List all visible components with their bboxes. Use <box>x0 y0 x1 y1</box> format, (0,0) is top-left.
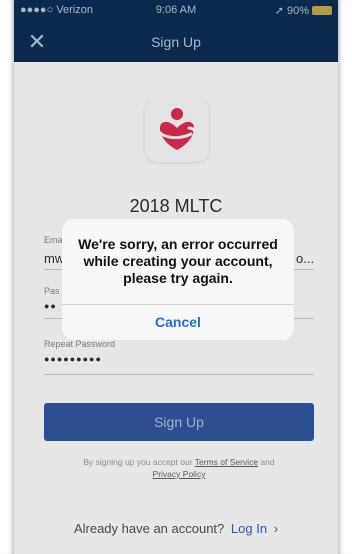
email-field-trailing: o... <box>296 251 315 266</box>
repeat-password-field[interactable]: ●●●●●●●●● <box>44 354 102 364</box>
nav-bar: ✕ Sign Up <box>14 22 338 62</box>
email-label: Ema <box>44 235 63 245</box>
terms-and: and <box>260 457 275 467</box>
heart-hug-icon <box>157 108 197 150</box>
battery-percent: 90% <box>286 4 309 17</box>
terms-text: By signing up you accept our Terms of Se… <box>44 456 314 480</box>
repeat-password-underline <box>44 374 314 375</box>
terms-prefix: By signing up you accept our <box>83 457 193 467</box>
battery-indicator: ➚ 90% <box>275 4 332 17</box>
sign-up-button[interactable]: Sign Up <box>44 403 314 441</box>
login-prompt: Already have an account? <box>73 521 225 536</box>
chevron-right-icon[interactable]: › <box>274 521 278 536</box>
log-in-link[interactable]: Log In <box>231 521 267 536</box>
status-bar: ●●●●○ Verizon 9:06 AM ➚ 90% <box>14 0 338 22</box>
page-title: Sign Up <box>151 34 201 50</box>
error-alert: We're sorry, an error occurred while cre… <box>62 219 294 340</box>
phone-screen: ●●●●○ Verizon 9:06 AM ➚ 90% ✕ Sign Up 20… <box>14 0 338 554</box>
cancel-button[interactable]: Cancel <box>62 305 294 340</box>
terms-of-service-link[interactable]: Terms of Service <box>195 457 258 467</box>
password-field[interactable]: ●● <box>44 301 57 311</box>
login-row: Already have an account? Log In › <box>14 521 338 536</box>
password-label: Pas <box>44 286 60 296</box>
right-edge-shadow <box>338 0 352 554</box>
location-arrow-icon: ➚ <box>274 5 284 17</box>
app-logo <box>145 98 209 162</box>
alert-message: We're sorry, an error occurred while cre… <box>78 236 278 286</box>
left-edge-shadow <box>0 0 14 554</box>
privacy-policy-link[interactable]: Privacy Policy <box>153 469 206 479</box>
repeat-password-label: Repeat Password <box>44 339 116 349</box>
app-name: 2018 MLTC <box>129 196 223 216</box>
battery-icon <box>312 6 332 15</box>
